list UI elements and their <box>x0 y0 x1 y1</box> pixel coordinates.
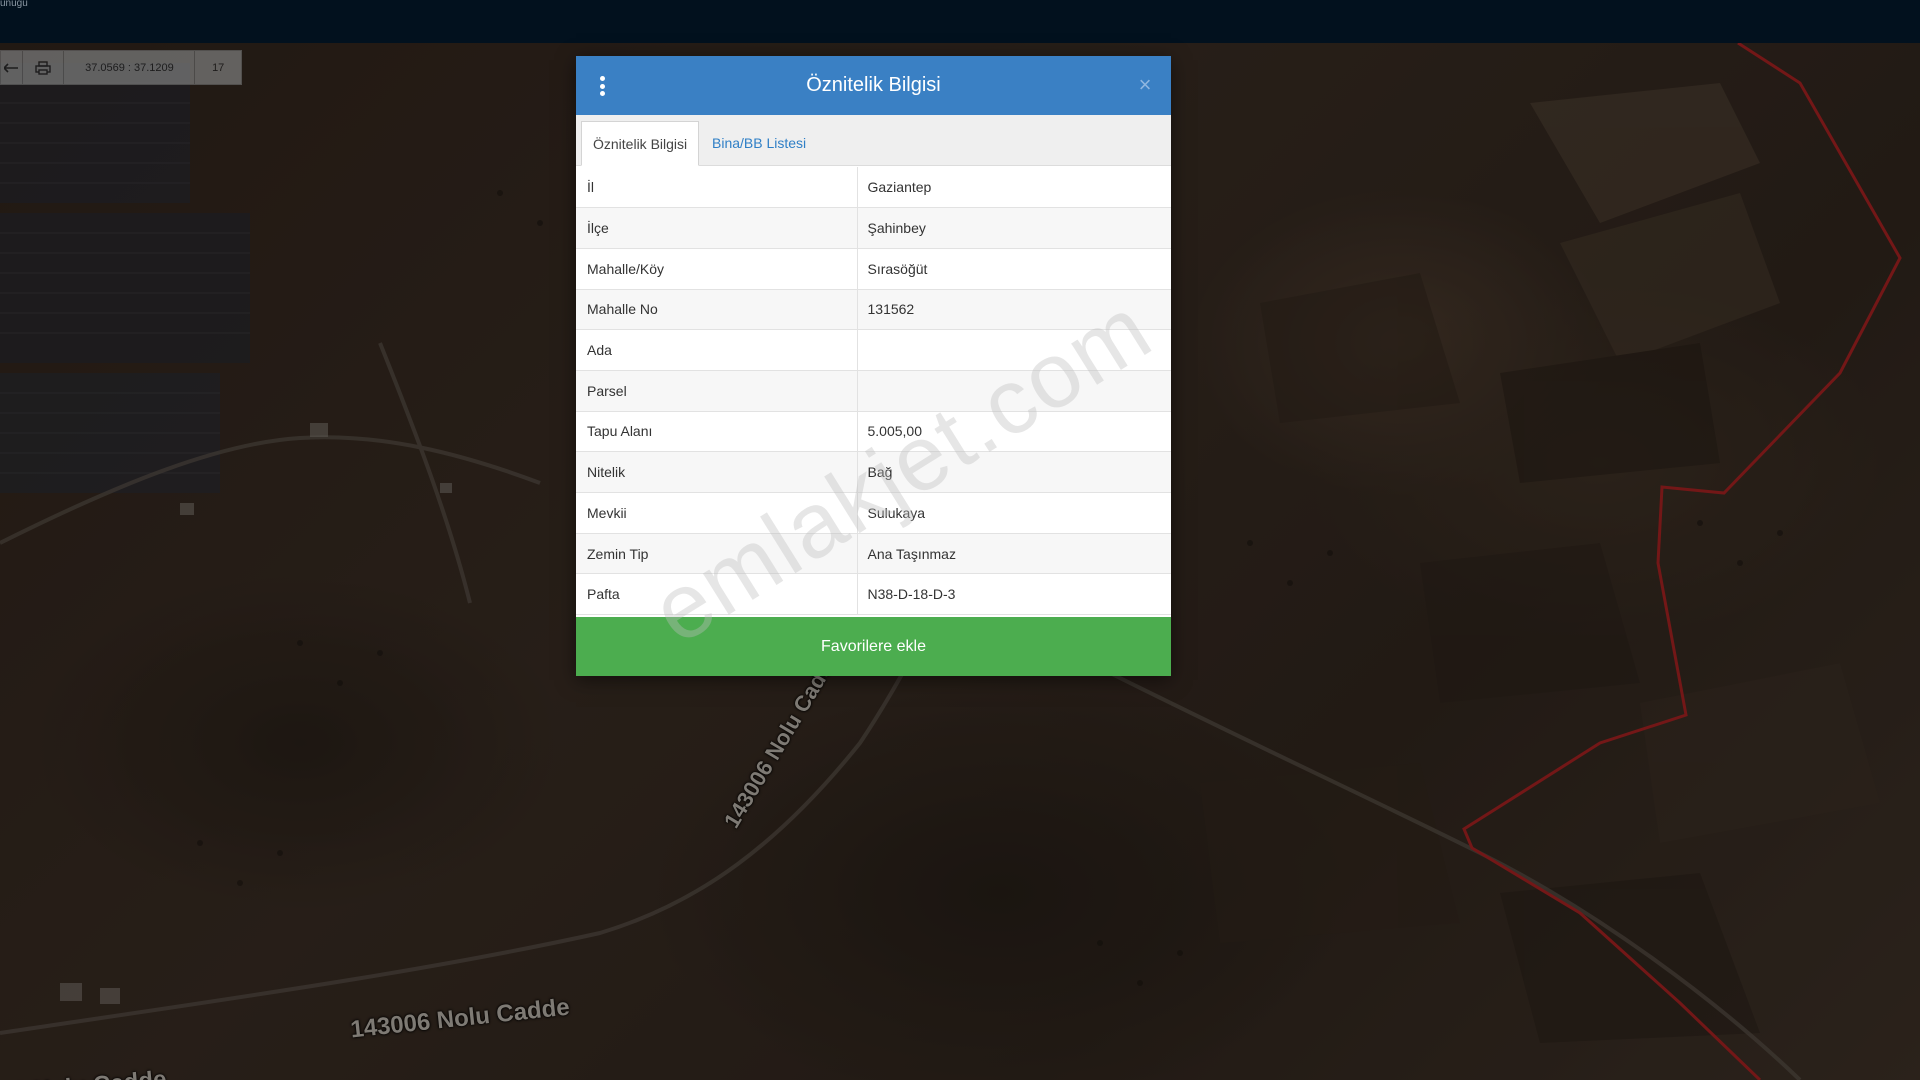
attribute-value: Sırasöğüt <box>857 248 1171 290</box>
table-row: Parsel <box>576 370 1171 412</box>
attribute-value: Gaziantep <box>857 167 1171 209</box>
top-bar: unugu <box>0 0 1920 43</box>
tab-attribute-info[interactable]: Öznitelik Bilgisi <box>581 121 700 166</box>
attribute-value: Sulukaya <box>857 492 1171 534</box>
attribute-value: 131562 <box>857 289 1171 331</box>
attribute-key: Ada <box>576 329 858 371</box>
attribute-value: Bağ <box>857 451 1171 493</box>
attribute-key: Parsel <box>576 370 858 412</box>
tab-building-list[interactable]: Bina/BB Listesi <box>701 121 817 166</box>
table-row: Ada <box>576 329 1171 371</box>
table-row: Tapu Alanı 5.005,00 <box>576 411 1171 453</box>
dialog-tabs: Öznitelik Bilgisi Bina/BB Listesi <box>576 115 1171 166</box>
attribute-key: Tapu Alanı <box>576 411 858 453</box>
attribute-value: Ana Taşınmaz <box>857 533 1171 575</box>
table-row: İlçe Şahinbey <box>576 207 1171 249</box>
table-row: Zemin Tip Ana Taşınmaz <box>576 533 1171 575</box>
attribute-table: İl Gaziantep İlçe Şahinbey Mahalle/Köy Sıra… <box>576 167 1171 616</box>
close-icon[interactable]: × <box>1135 73 1155 97</box>
attribute-key: Mahalle No <box>576 289 858 331</box>
attribute-key: Pafta <box>576 573 858 616</box>
attribute-value: 5.005,00 <box>857 411 1171 453</box>
attribute-key: Nitelik <box>576 451 858 493</box>
attribute-value: N38-D-18-D-3 <box>857 573 1171 616</box>
table-row: İl Gaziantep <box>576 167 1171 209</box>
attribute-key: Zemin Tip <box>576 533 858 575</box>
table-row: Mahalle/Köy Sırasöğüt <box>576 248 1171 290</box>
table-row: Mevkii Sulukaya <box>576 492 1171 534</box>
table-row: Pafta N38-D-18-D-3 <box>576 573 1171 616</box>
add-to-favorites-button[interactable]: Favorilere ekle <box>576 617 1171 676</box>
table-row: Nitelik Bağ <box>576 451 1171 493</box>
attribute-info-dialog: Öznitelik Bilgisi × Öznitelik Bilgisi Bi… <box>576 56 1171 676</box>
attribute-key: İlçe <box>576 207 858 249</box>
attribute-key: İl <box>576 167 858 209</box>
attribute-key: Mahalle/Köy <box>576 248 858 290</box>
attribute-value <box>857 370 1171 412</box>
table-row: Mahalle No 131562 <box>576 289 1171 331</box>
vertical-dots-menu-icon[interactable] <box>599 76 605 96</box>
app-title-fragment: unugu <box>0 0 28 9</box>
attribute-value: Şahinbey <box>857 207 1171 249</box>
attribute-value <box>857 329 1171 371</box>
attribute-key: Mevkii <box>576 492 858 534</box>
dialog-title: Öznitelik Bilgisi <box>806 74 941 96</box>
dialog-header: Öznitelik Bilgisi × <box>576 56 1171 115</box>
